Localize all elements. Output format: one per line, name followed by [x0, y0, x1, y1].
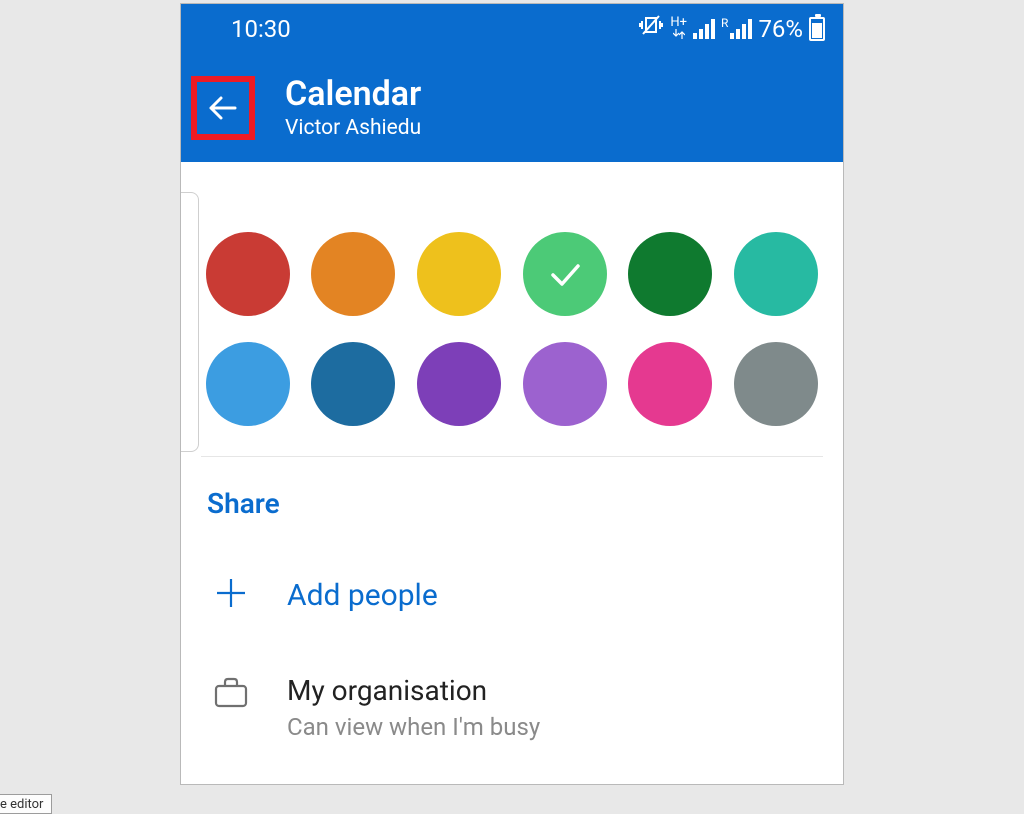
check-icon [543, 252, 587, 296]
content-area: Share Add people [181, 232, 843, 741]
signal-bars-2 [730, 19, 752, 39]
color-swatch-orange[interactable] [311, 232, 395, 316]
roaming-indicator: R [721, 16, 728, 30]
panel-edge [180, 192, 199, 452]
signal-bars-1 [693, 19, 715, 39]
color-swatch-light-blue[interactable] [206, 342, 290, 426]
my-organisation-row[interactable]: My organisation Can view when I'm busy [201, 674, 823, 741]
color-swatch-light-green[interactable] [523, 232, 607, 316]
add-people-label: Add people [287, 578, 438, 613]
color-swatch-grey[interactable] [734, 342, 818, 426]
share-heading: Share [207, 487, 823, 520]
app-bar: Calendar Victor Ashiedu [181, 54, 843, 162]
color-swatch-green[interactable] [628, 232, 712, 316]
add-people-row[interactable]: Add people [201, 576, 823, 614]
color-swatch-teal[interactable] [734, 232, 818, 316]
color-swatch-red[interactable] [206, 232, 290, 316]
status-bar: 10:30 H+ R 76% [181, 4, 843, 54]
status-icons: H+ R 76% [638, 14, 825, 44]
color-swatch-purple[interactable] [417, 342, 501, 426]
color-swatch-violet[interactable] [523, 342, 607, 426]
plus-icon [214, 576, 248, 614]
data-indicator: H+ [670, 16, 687, 42]
vibrate-icon [638, 14, 664, 44]
briefcase-icon [213, 677, 249, 713]
status-time: 10:30 [231, 15, 291, 43]
battery-icon [809, 17, 825, 41]
color-picker-section [201, 232, 823, 457]
back-button[interactable] [191, 76, 255, 140]
page-subtitle: Victor Ashiedu [285, 116, 421, 140]
page-title: Calendar [285, 76, 421, 113]
color-swatch-blue[interactable] [311, 342, 395, 426]
battery-percent: 76% [758, 15, 803, 43]
app-title-block: Calendar Victor Ashiedu [285, 76, 421, 139]
arrow-left-icon [203, 88, 243, 128]
color-swatch-pink[interactable] [628, 342, 712, 426]
color-grid [201, 232, 823, 426]
org-title: My organisation [287, 674, 540, 707]
editor-tab[interactable]: e editor [0, 794, 52, 814]
org-subtitle: Can view when I'm busy [287, 713, 540, 741]
phone-frame: 10:30 H+ R 76% [180, 3, 844, 785]
color-swatch-yellow[interactable] [417, 232, 501, 316]
